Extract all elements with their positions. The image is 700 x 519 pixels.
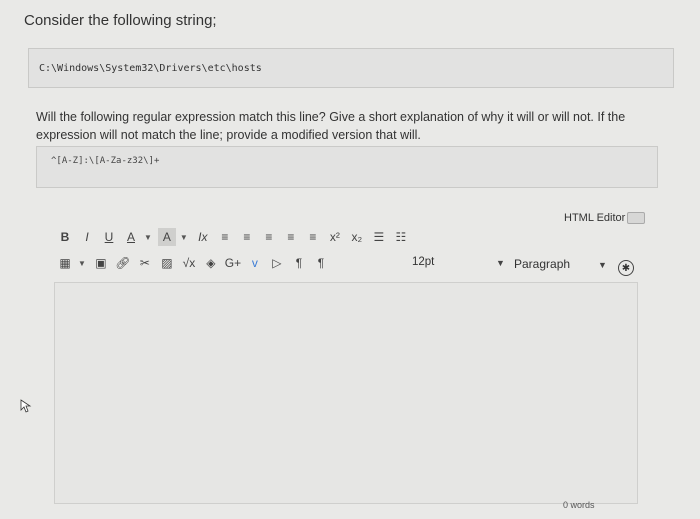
font-size-dropdown-icon[interactable]: ▼: [496, 258, 505, 268]
embed-icon[interactable]: ▷: [268, 254, 286, 272]
question-prompt: Consider the following string;: [24, 12, 217, 29]
image-icon[interactable]: ▨: [158, 254, 176, 272]
indent-button[interactable]: ≡: [282, 228, 300, 246]
highlight-dropdown-icon[interactable]: ▼: [180, 233, 188, 242]
toolbar-row-2: ▦ ▼ ▣ 🔗︎ ✂ ▨ √x ◈ G+ v ▷ ¶ ¶: [56, 253, 334, 273]
keyboard-icon: [627, 212, 646, 224]
google-plus-button[interactable]: G+: [224, 254, 242, 272]
block-format-dropdown-icon[interactable]: ▼: [598, 260, 607, 270]
html-editor-link[interactable]: HTML Editor: [564, 212, 646, 224]
mouse-cursor-icon: [20, 399, 32, 413]
text-color-dropdown-icon[interactable]: ▼: [144, 233, 152, 242]
align-center-button[interactable]: ≡: [238, 228, 256, 246]
ltr-paragraph-button[interactable]: ¶: [290, 254, 308, 272]
code-string-box: C:\Windows\System32\Drivers\etc\hosts: [28, 48, 674, 88]
underline-button[interactable]: U: [100, 228, 118, 246]
block-format-select[interactable]: Paragraph: [514, 257, 570, 271]
code-string: C:\Windows\System32\Drivers\etc\hosts: [39, 62, 262, 74]
media-icon[interactable]: ▣: [92, 254, 110, 272]
font-size-select[interactable]: 12pt: [412, 256, 434, 268]
answer-editor-area[interactable]: [54, 282, 638, 504]
italic-button[interactable]: I: [78, 228, 96, 246]
word-count: 0 words: [563, 500, 595, 510]
layers-icon[interactable]: ◈: [202, 254, 220, 272]
highlight-color-button[interactable]: A: [157, 228, 176, 246]
superscript-button[interactable]: x²: [326, 228, 344, 246]
subscript-button[interactable]: x₂: [348, 228, 366, 246]
regex-box: ^[A-Z]:\[A-Za-z32\]+: [36, 146, 658, 188]
clear-format-button[interactable]: Ix: [194, 228, 212, 246]
outdent-button[interactable]: ≡: [304, 228, 322, 246]
rtl-paragraph-button[interactable]: ¶: [312, 254, 330, 272]
link-icon[interactable]: 🔗︎: [114, 254, 132, 272]
bold-button[interactable]: B: [56, 228, 74, 246]
toolbar-row-1: B I U A ▼ A ▼ Ix ≡ ≡ ≡ ≡ ≡ x² x₂ ☰ ☷: [56, 227, 414, 247]
align-left-button[interactable]: ≡: [216, 228, 234, 246]
unlink-icon[interactable]: ✂: [136, 254, 154, 272]
question-instructions: Will the following regular expression ma…: [36, 110, 626, 142]
bullet-list-icon[interactable]: ☰: [370, 228, 388, 246]
html-editor-label: HTML Editor: [564, 212, 626, 224]
table-dropdown-icon[interactable]: ▼: [78, 259, 86, 268]
equation-button[interactable]: √x: [180, 254, 198, 272]
text-color-button[interactable]: A: [122, 228, 140, 246]
table-icon[interactable]: ▦: [56, 254, 74, 272]
regex-text: ^[A-Z]:\[A-Za-z32\]+: [51, 156, 160, 166]
align-right-button[interactable]: ≡: [260, 228, 278, 246]
vimeo-icon[interactable]: v: [246, 254, 264, 272]
accessibility-icon[interactable]: ✱: [618, 260, 634, 276]
numbered-list-icon[interactable]: ☷: [392, 228, 410, 246]
